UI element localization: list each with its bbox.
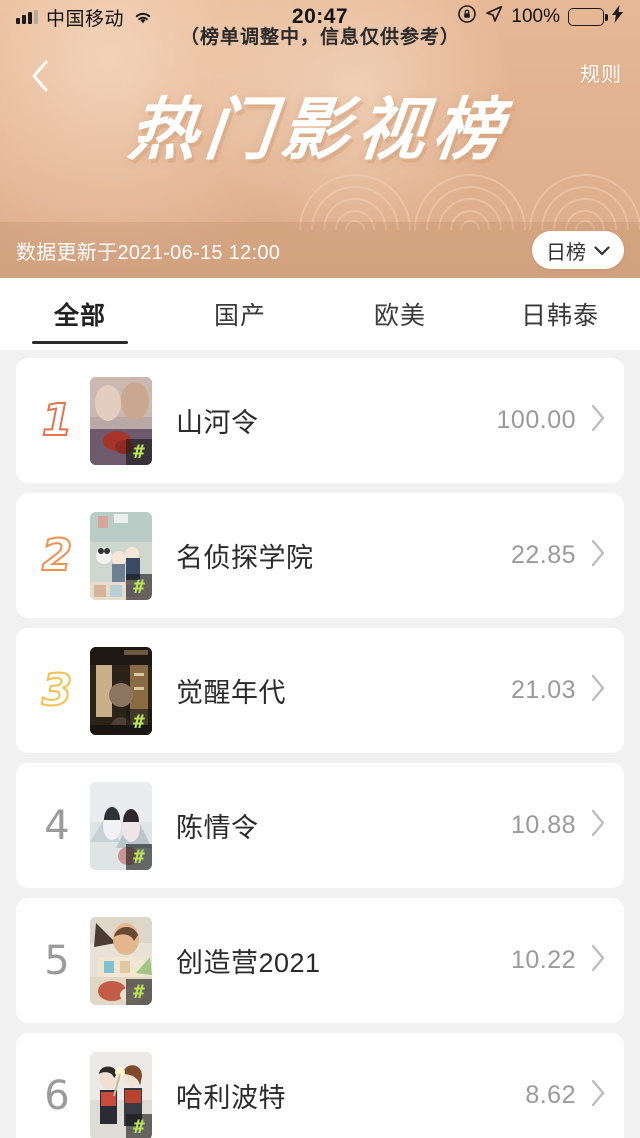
tab-label: 国产 — [213, 302, 266, 330]
poster-thumbnail: # — [90, 781, 152, 870]
list-item[interactable]: 4 # 陈情令 10.88 — [16, 763, 624, 888]
tab-all[interactable]: 全部 — [0, 278, 160, 350]
hash-badge: # — [126, 573, 152, 600]
list-item[interactable]: 3 # 觉醒年代 21.03 — [16, 628, 624, 753]
chevron-right-icon — [590, 944, 606, 977]
hash-badge: # — [126, 843, 152, 870]
chevron-right-icon — [590, 1079, 606, 1112]
chevron-right-icon — [590, 404, 606, 437]
list-item[interactable]: 5 # 创造营2021 10.22 — [16, 898, 624, 1023]
item-title: 山河令 — [176, 408, 259, 438]
hash-badge: # — [126, 438, 152, 465]
poster-thumbnail: # — [90, 511, 152, 600]
item-title: 陈情令 — [176, 813, 259, 843]
list-item[interactable]: 6 # 哈利波特 8.62 — [16, 1033, 624, 1138]
item-score: 10.22 — [510, 946, 576, 974]
item-score: 10.88 — [510, 811, 576, 839]
tab-label: 欧美 — [373, 302, 426, 330]
back-chevron-icon[interactable] — [18, 54, 62, 98]
item-title: 创造营2021 — [176, 948, 321, 978]
period-label: 日榜 — [546, 241, 586, 264]
hash-badge: # — [126, 708, 152, 735]
tab-label: 日韩泰 — [520, 302, 599, 330]
poster-thumbnail: # — [90, 1051, 152, 1138]
tab-asian[interactable]: 日韩泰 — [480, 278, 640, 350]
nav-row: 规则 — [0, 48, 640, 104]
poster-thumbnail: # — [90, 916, 152, 1005]
tab-label: 全部 — [53, 302, 106, 330]
chevron-right-icon — [590, 674, 606, 707]
tab-domestic[interactable]: 国产 — [160, 278, 320, 350]
list-item[interactable]: 2 # 名侦探学院 22.85 — [16, 493, 624, 618]
category-tabs: 全部 国产 欧美 日韩泰 — [0, 278, 640, 350]
adjustment-notice: （榜单调整中，信息仅供参考） — [179, 26, 460, 48]
poster-thumbnail: # — [90, 376, 152, 465]
update-bar: 数据更新于2021-06-15 12:00 日榜 — [0, 222, 640, 278]
rank-number: 5 — [44, 937, 70, 984]
list-item[interactable]: 1 # 山河令 100.00 — [16, 358, 624, 483]
period-selector[interactable]: 日榜 — [532, 231, 624, 269]
rank-number: 1 — [41, 394, 74, 446]
rank-number: 6 — [44, 1072, 70, 1119]
update-time-label: 数据更新于2021-06-15 12:00 — [16, 241, 281, 264]
item-score: 8.62 — [525, 1081, 576, 1109]
chevron-down-icon — [594, 239, 610, 262]
rank-number: 2 — [41, 529, 74, 581]
chevron-right-icon — [590, 539, 606, 572]
item-score: 100.00 — [496, 406, 576, 434]
rules-link[interactable]: 规则 — [580, 58, 622, 87]
rank-number: 3 — [41, 664, 74, 716]
item-score: 21.03 — [510, 676, 576, 704]
ranking-list: 1 # 山河令 100.00 2 # 名侦探学院 22.85 3 # 觉醒年代 … — [0, 350, 640, 1138]
tab-western[interactable]: 欧美 — [320, 278, 480, 350]
chevron-right-icon — [590, 809, 606, 842]
hash-badge: # — [126, 1113, 152, 1138]
rank-number: 4 — [44, 802, 70, 849]
item-title: 哈利波特 — [176, 1083, 286, 1113]
item-score: 22.85 — [510, 541, 576, 569]
page-header: 中国移动 20:47 100% （榜单调整中，信息仅供参考） 规则 热门影视榜 … — [0, 0, 640, 278]
app-root: 中国移动 20:47 100% （榜单调整中，信息仅供参考） 规则 热门影视榜 … — [0, 0, 640, 1138]
item-title: 名侦探学院 — [176, 543, 314, 573]
hash-badge: # — [126, 978, 152, 1005]
poster-thumbnail: # — [90, 646, 152, 735]
item-title: 觉醒年代 — [176, 678, 286, 708]
